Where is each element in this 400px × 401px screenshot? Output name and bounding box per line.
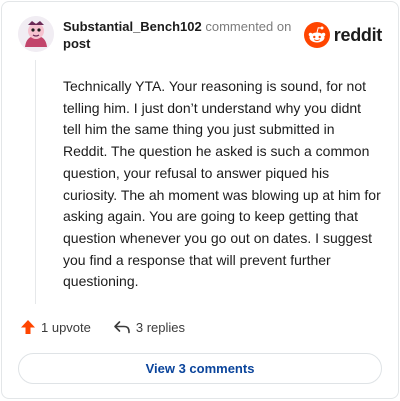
comment-meta: Substantial_Bench102 commented on post bbox=[63, 18, 303, 52]
commented-on-text: commented on bbox=[205, 19, 292, 34]
comment-card: Substantial_Bench102 commented on post r… bbox=[1, 1, 399, 399]
upvote-count: 1 upvote bbox=[41, 319, 91, 335]
comment-actions: 1 upvote 3 replies bbox=[20, 319, 185, 335]
upvote-arrow-icon bbox=[21, 320, 35, 334]
comment-body: Technically YTA. Your reasoning is sound… bbox=[63, 78, 381, 290]
avatar[interactable] bbox=[18, 16, 54, 52]
user-avatar-icon bbox=[18, 16, 54, 52]
post-link[interactable]: post bbox=[63, 35, 303, 52]
reply-arrow-icon bbox=[114, 321, 130, 334]
reddit-logo[interactable]: reddit bbox=[303, 22, 383, 48]
replies-count: 3 replies bbox=[135, 319, 186, 335]
reddit-snoo-icon bbox=[303, 22, 330, 48]
view-comments-button[interactable]: View 3 comments bbox=[18, 353, 382, 384]
view-comments-label: View 3 comments bbox=[145, 361, 255, 376]
upvote-button[interactable]: 1 upvote bbox=[20, 319, 91, 335]
thread-line[interactable] bbox=[35, 60, 36, 304]
replies-button[interactable]: 3 replies bbox=[113, 319, 185, 335]
username-link[interactable]: Substantial_Bench102 bbox=[63, 19, 202, 34]
reddit-wordmark: reddit bbox=[333, 24, 383, 45]
